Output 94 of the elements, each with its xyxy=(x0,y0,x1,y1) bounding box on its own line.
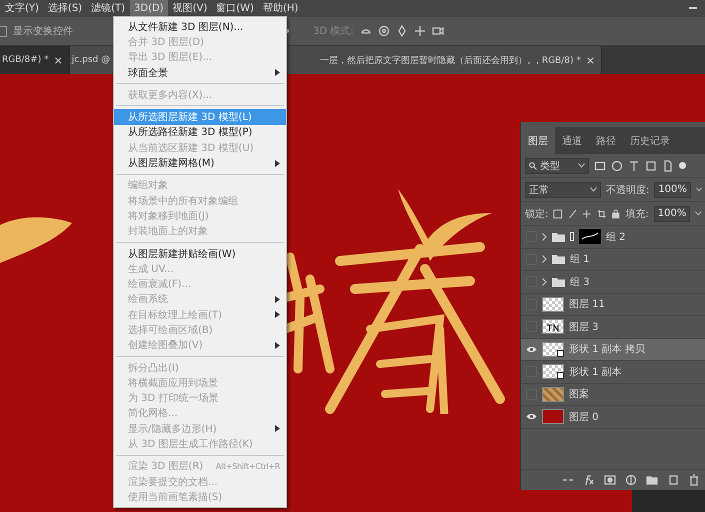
layer-row[interactable]: 形状 1 副本 xyxy=(521,361,705,384)
layer-name: 图案 xyxy=(569,388,589,402)
fill-label: 填充: xyxy=(625,208,649,220)
panel-tab[interactable]: 通道 xyxy=(555,127,589,154)
opacity-label: 不透明度: xyxy=(606,184,650,196)
type-filter-icon[interactable] xyxy=(628,160,640,172)
pan-icon[interactable] xyxy=(396,25,408,37)
layer-row[interactable]: 组 2 xyxy=(521,226,705,248)
fill-field[interactable]: 100% xyxy=(654,206,690,222)
layer-name: 图层 0 xyxy=(569,410,599,424)
tab-title: RGB/8#) * xyxy=(2,55,49,65)
folder-icon xyxy=(552,254,565,264)
menubar-item[interactable]: 文字(Y) xyxy=(1,0,43,17)
image-filter-icon[interactable] xyxy=(594,160,606,172)
layer-name: 组 2 xyxy=(606,230,626,244)
caret-icon xyxy=(696,187,702,192)
submenu-arrow-icon xyxy=(275,296,280,303)
layer-row[interactable]: 组 1 xyxy=(521,248,705,271)
layer-name: 形状 1 副本 xyxy=(569,366,622,379)
folder-icon xyxy=(552,232,565,242)
layer-row[interactable]: 图案 xyxy=(521,384,705,406)
eye-icon[interactable] xyxy=(526,413,536,420)
layer-row[interactable]: 组 3 xyxy=(521,271,705,294)
adjustment-filter-icon[interactable] xyxy=(611,160,623,172)
layer-thumbnail xyxy=(542,296,564,312)
toggle-icon[interactable] xyxy=(679,162,686,169)
submenu-arrow-icon xyxy=(275,311,280,318)
caret-icon xyxy=(695,211,702,216)
panel-tab[interactable]: 历史记录 xyxy=(623,127,677,154)
tab-title: jc.psd @ xyxy=(72,55,110,65)
shape-filter-icon[interactable] xyxy=(645,160,657,172)
menubar-item[interactable]: 帮助(H) xyxy=(258,0,302,17)
layer-name: 组 3 xyxy=(570,276,590,289)
layer-name: 形状 1 副本 拷贝 xyxy=(569,342,645,356)
submenu-arrow-icon xyxy=(275,160,280,167)
submenu-arrow-icon xyxy=(275,342,280,349)
folder-icon xyxy=(552,276,565,287)
menubar-item[interactable]: 视图(V) xyxy=(168,0,212,17)
menu-item[interactable]: 从文件新建 3D 图层(N)... xyxy=(114,19,286,34)
submenu-arrow-icon xyxy=(275,69,280,76)
checker-lock-icon[interactable] xyxy=(553,208,563,218)
crop-icon[interactable] xyxy=(596,208,606,218)
panel-tab[interactable]: 图层 xyxy=(521,127,555,154)
layer-thumbnail xyxy=(542,409,564,424)
brush-icon[interactable] xyxy=(568,208,578,218)
new-layer-icon[interactable] xyxy=(667,474,679,486)
layer-name: 组 1 xyxy=(570,253,590,266)
fx-icon[interactable] xyxy=(583,474,595,486)
eye-icon[interactable] xyxy=(526,346,536,353)
folder-icon[interactable] xyxy=(646,474,658,486)
caret-icon xyxy=(590,187,597,192)
close-button[interactable]: × xyxy=(54,54,63,66)
shape-badge-icon xyxy=(557,350,564,357)
menu-item[interactable]: 从所选路径新建 3D 模型(P) xyxy=(114,124,286,140)
checkbox-label: 显示变换控件 xyxy=(13,24,73,38)
layer-name: 图层 11 xyxy=(569,298,605,312)
move-icon[interactable] xyxy=(414,25,426,37)
caret-icon xyxy=(578,163,585,168)
brush-stroke-drawing xyxy=(0,217,72,263)
menu-item[interactable]: 从图层新建网格(M) xyxy=(114,155,286,171)
minimize-icon[interactable] xyxy=(689,7,697,10)
layer-row[interactable]: 形状 1 副本 拷贝 xyxy=(521,338,705,361)
layer-name: 图层 3 xyxy=(569,320,599,334)
mask-icon[interactable] xyxy=(604,474,616,486)
menu-item[interactable]: 从图层新建拼贴绘画(W) xyxy=(114,246,286,262)
shape-badge-icon xyxy=(557,372,564,380)
menu-item[interactable]: 从所选图层新建 3D 模型(L) xyxy=(114,109,286,125)
move-icon[interactable] xyxy=(582,208,592,218)
layer-thumbnail xyxy=(542,386,564,402)
camera-icon[interactable] xyxy=(432,25,444,37)
menubar-item[interactable]: 滤镜(T) xyxy=(87,0,129,17)
mask-thumbnail xyxy=(579,229,601,244)
link-icon xyxy=(570,232,574,242)
menubar-item[interactable]: 3D(D) xyxy=(130,0,168,17)
menubar-item[interactable]: 窗口(W) xyxy=(212,0,258,17)
mark-icon xyxy=(547,324,559,332)
menubar-item[interactable]: 选择(S) xyxy=(44,0,86,17)
submenu-arrow-icon xyxy=(275,425,280,432)
filter-dropdown[interactable]: 类型 xyxy=(525,158,589,174)
layer-row[interactable]: 图层 11 xyxy=(521,294,705,316)
lock-icon[interactable] xyxy=(611,208,620,218)
document-tab[interactable]: RGB/8#) * × xyxy=(0,46,70,74)
adjustment-icon[interactable] xyxy=(625,474,637,486)
close-button[interactable]: × xyxy=(586,54,596,66)
layer-row[interactable]: 图层 0 xyxy=(521,406,705,428)
trash-icon[interactable] xyxy=(688,474,700,486)
roll-icon[interactable] xyxy=(378,25,390,37)
blend-mode-dropdown[interactable]: 正常 xyxy=(525,182,601,198)
panel-tab[interactable]: 路径 xyxy=(589,127,623,154)
opacity-field[interactable]: 100% xyxy=(654,182,691,198)
tab-title: 一层，然后把原文字图层暂时隐藏（后面还会用到）。, RGB/8) * xyxy=(320,54,581,66)
search-icon xyxy=(529,162,537,170)
smart-object-filter-icon[interactable] xyxy=(662,160,674,172)
lock-label: 锁定: xyxy=(525,208,548,220)
